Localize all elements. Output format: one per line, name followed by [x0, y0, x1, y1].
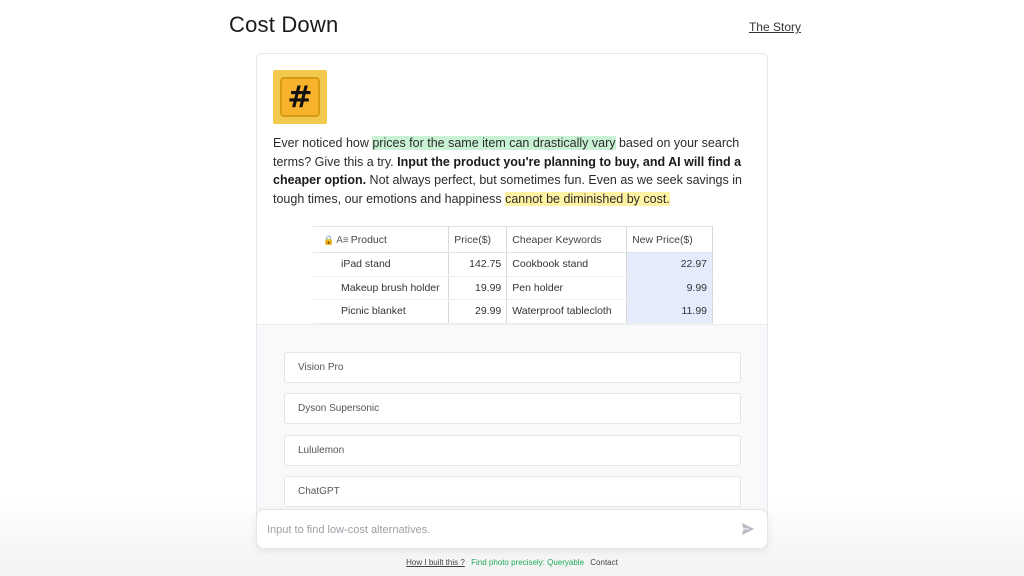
site-title: Cost Down	[229, 12, 339, 37]
cell-new-price: 22.97	[626, 252, 713, 277]
suggestion-dyson-supersonic[interactable]: Dyson Supersonic	[284, 393, 741, 424]
table-row: Makeup brush holder 19.99 Pen holder 9.9…	[313, 276, 713, 300]
cell-new-price: 9.99	[626, 276, 713, 300]
column-header-price: Price($)	[448, 226, 507, 253]
cell-keywords: Cookbook stand	[506, 252, 627, 277]
table-row: Picnic blanket 29.99 Waterproof tableclo…	[313, 299, 713, 324]
table-header-row: 🔒 A≡ Product Price($) Cheaper Keywords New…	[313, 226, 713, 253]
footer: How I built this ? Find photo precisely:…	[0, 558, 1024, 567]
cell-keywords: Waterproof tablecloth	[506, 299, 627, 324]
cell-new-price: 11.99	[626, 299, 713, 324]
send-icon[interactable]	[741, 522, 755, 536]
cell-price: 19.99	[448, 276, 507, 300]
column-header-new-price: New Price($)	[626, 226, 713, 253]
intro-highlight-green: prices for the same item can drastically…	[372, 136, 616, 150]
suggestion-lululemon[interactable]: Lululemon	[284, 435, 741, 466]
cell-product: iPad stand	[313, 252, 449, 277]
header: Cost Down The Story	[229, 12, 801, 42]
contact-link[interactable]: Contact	[590, 558, 618, 567]
cell-price: 142.75	[448, 252, 507, 277]
the-story-link[interactable]: The Story	[749, 20, 801, 34]
intro-text: Ever noticed how	[273, 136, 373, 150]
queryable-link[interactable]: Find photo precisely: Queryable	[471, 558, 584, 567]
hash-glyph: #	[280, 77, 320, 117]
cell-product: Picnic blanket	[313, 299, 449, 324]
example-table: 🔒 A≡ Product Price($) Cheaper Keywords New…	[313, 226, 713, 324]
intro-paragraph: Ever noticed how prices for the same ite…	[273, 134, 757, 209]
main-card: # Ever noticed how prices for the same i…	[256, 53, 768, 553]
product-input[interactable]	[267, 518, 727, 542]
cell-product: Makeup brush holder	[313, 276, 449, 300]
hash-keycap-icon: #	[273, 70, 327, 124]
how-built-link[interactable]: How I built this ?	[406, 558, 465, 567]
chat-input-box	[256, 509, 768, 549]
text-field-icon: A≡	[336, 234, 349, 246]
cell-keywords: Pen holder	[506, 276, 627, 300]
suggestion-vision-pro[interactable]: Vision Pro	[284, 352, 741, 383]
cell-price: 29.99	[448, 299, 507, 324]
column-header-keywords: Cheaper Keywords	[506, 226, 627, 253]
intro-highlight-yellow: cannot be diminished by cost.	[505, 192, 670, 207]
lock-icon: 🔒	[323, 234, 335, 245]
column-header-product: 🔒 A≡ Product	[313, 226, 449, 253]
table-row: iPad stand 142.75 Cookbook stand 22.97	[313, 252, 713, 277]
